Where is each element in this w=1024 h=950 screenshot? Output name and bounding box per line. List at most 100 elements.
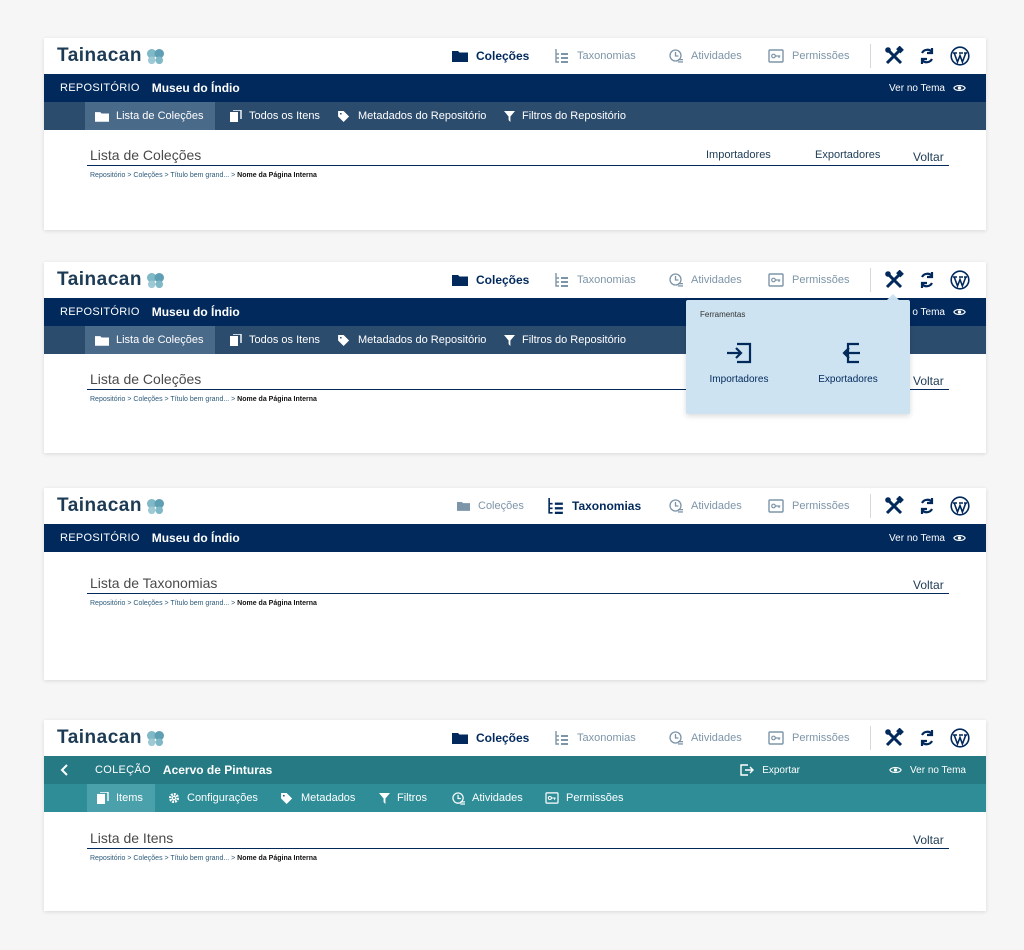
nav-permissoes[interactable]: Permissões <box>768 720 849 756</box>
nav-atividades[interactable]: Atividades <box>669 38 742 74</box>
taxonomy-icon <box>555 731 569 745</box>
repository-bar: REPOSITÓRIO Museu do Índio Ver no Tema <box>44 524 986 552</box>
subnav-collections-list[interactable]: Lista de Coleções <box>85 102 216 130</box>
logo-text: Tainacan <box>57 45 142 66</box>
sync-icon[interactable] <box>917 270 937 290</box>
nav-permissoes[interactable]: Permissões <box>768 38 849 74</box>
repository-name[interactable]: Museu do Índio <box>152 305 240 319</box>
nav-atividades-label: Atividades <box>691 50 742 62</box>
top-bar: Tainacan Coleções Taxonomias Atividades … <box>44 720 986 756</box>
nav-taxonomias[interactable]: Taxonomias <box>548 488 641 524</box>
subnav-collections-list[interactable]: Lista de Coleções <box>85 326 216 354</box>
subnav-metadata[interactable]: Metadados <box>271 784 367 812</box>
permission-icon <box>768 499 784 513</box>
importers-link[interactable]: Importadores <box>706 149 771 161</box>
back-link[interactable]: Voltar <box>913 578 944 592</box>
subnav-filters[interactable]: Filtros <box>369 784 439 812</box>
tools-icon[interactable] <box>884 270 904 290</box>
eye-icon <box>953 307 966 317</box>
title-underline <box>87 165 949 166</box>
filter-icon <box>504 111 515 122</box>
subnav-all-items[interactable]: Todos os Itens <box>220 102 332 130</box>
panel-tools-menu: Tainacan Coleções Taxonomias Atividades … <box>44 262 986 453</box>
items-icon <box>230 110 242 122</box>
back-link[interactable]: Voltar <box>913 374 944 388</box>
sync-icon[interactable] <box>917 496 937 516</box>
nav-colecoes[interactable]: Coleções <box>452 262 529 298</box>
top-bar: Tainacan Coleções Taxonomias Atividades … <box>44 488 986 524</box>
nav-permissoes[interactable]: Permissões <box>768 262 849 298</box>
nav-colecoes[interactable]: Coleções <box>452 38 529 74</box>
nav-taxonomias[interactable]: Taxonomias <box>555 262 636 298</box>
nav-atividades[interactable]: Atividades <box>669 720 742 756</box>
view-theme-link[interactable]: o Tema <box>912 298 966 326</box>
butterfly-icon <box>146 730 165 747</box>
tools-exporters[interactable]: Exportadores <box>803 342 893 385</box>
breadcrumb-path[interactable]: Repositório > Coleções > Título bem gran… <box>90 172 235 179</box>
breadcrumb-path[interactable]: Repositório > Coleções > Título bem gran… <box>90 855 235 862</box>
wordpress-icon[interactable] <box>950 496 970 516</box>
import-icon <box>726 342 752 364</box>
breadcrumb-path[interactable]: Repositório > Coleções > Título bem gran… <box>90 396 235 403</box>
subnav-items[interactable]: Items <box>87 784 155 812</box>
exporters-link[interactable]: Exportadores <box>815 149 880 161</box>
view-theme-link[interactable]: Ver no Tema <box>889 524 966 552</box>
subnav-all-items[interactable]: Todos os Itens <box>220 326 332 354</box>
tools-icon[interactable] <box>884 46 904 66</box>
activity-icon <box>669 499 683 513</box>
divider <box>870 726 871 750</box>
tainacan-logo[interactable]: Tainacan <box>57 495 165 517</box>
taxonomy-icon <box>555 273 569 287</box>
subnav-repo-metadata[interactable]: Metadados do Repositório <box>328 102 498 130</box>
wordpress-icon[interactable] <box>950 270 970 290</box>
view-theme-label: Ver no Tema <box>910 764 966 776</box>
export-link[interactable]: Exportar <box>740 756 800 784</box>
nav-taxonomias-label: Taxonomias <box>572 499 642 513</box>
folder-icon <box>452 50 468 62</box>
chevron-left-icon[interactable] <box>60 764 68 776</box>
nav-atividades[interactable]: Atividades <box>669 488 742 524</box>
tainacan-logo[interactable]: Tainacan <box>57 727 165 749</box>
nav-taxonomias[interactable]: Taxonomias <box>555 720 636 756</box>
nav-colecoes[interactable]: Coleções <box>457 488 524 524</box>
repository-name[interactable]: Museu do Índio <box>152 81 240 95</box>
subnav-activities[interactable]: Atividades <box>442 784 535 812</box>
subnav-repo-metadata[interactable]: Metadados do Repositório <box>328 326 498 354</box>
eye-icon <box>889 765 902 775</box>
panel-taxonomies: Tainacan Coleções Taxonomias Atividades … <box>44 488 986 680</box>
nav-permissoes[interactable]: Permissões <box>768 488 849 524</box>
activity-icon <box>669 731 683 745</box>
nav-colecoes[interactable]: Coleções <box>452 720 529 756</box>
logo-text: Tainacan <box>57 495 142 516</box>
subnav-label: Items <box>116 792 143 804</box>
tainacan-logo[interactable]: Tainacan <box>57 45 165 67</box>
activity-icon <box>669 49 683 63</box>
nav-taxonomias[interactable]: Taxonomias <box>555 38 636 74</box>
nav-atividades[interactable]: Atividades <box>669 262 742 298</box>
tools-importers[interactable]: Importadores <box>694 342 784 385</box>
breadcrumb-path[interactable]: Repositório > Coleções > Título bem gran… <box>90 600 235 607</box>
tools-icon[interactable] <box>884 496 904 516</box>
back-link[interactable]: Voltar <box>913 833 944 847</box>
tainacan-logo[interactable]: Tainacan <box>57 269 165 291</box>
filter-icon <box>504 335 515 346</box>
wordpress-icon[interactable] <box>950 728 970 748</box>
activity-icon <box>669 273 683 287</box>
subnav-permissions[interactable]: Permissões <box>535 784 635 812</box>
wordpress-icon[interactable] <box>950 46 970 66</box>
subnav-repo-filters[interactable]: Filtros do Repositório <box>494 326 638 354</box>
sync-icon[interactable] <box>917 46 937 66</box>
subnav-label: Filtros <box>397 792 427 804</box>
view-theme-link[interactable]: Ver no Tema <box>889 74 966 102</box>
sync-icon[interactable] <box>917 728 937 748</box>
back-link[interactable]: Voltar <box>913 150 944 164</box>
view-theme-link[interactable]: Ver no Tema <box>889 756 966 784</box>
tools-icon[interactable] <box>884 728 904 748</box>
divider <box>870 44 871 68</box>
repository-name[interactable]: Museu do Índio <box>152 531 240 545</box>
collection-name[interactable]: Acervo de Pinturas <box>163 763 272 777</box>
eye-icon <box>953 83 966 93</box>
subnav-settings[interactable]: Configurações <box>158 784 270 812</box>
tools-importers-label: Importadores <box>709 374 769 385</box>
subnav-repo-filters[interactable]: Filtros do Repositório <box>494 102 638 130</box>
